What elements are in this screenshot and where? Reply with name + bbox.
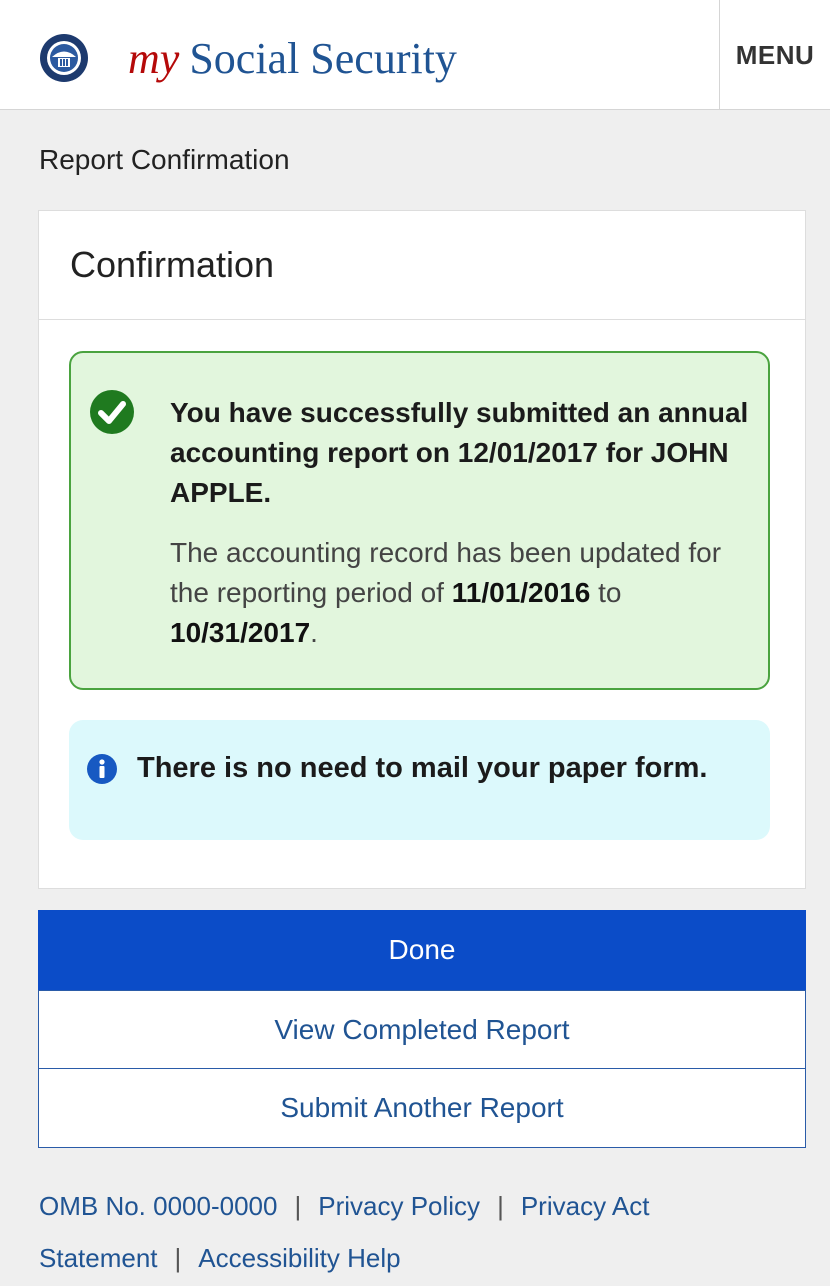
info-alert: There is no need to mail your paper form… xyxy=(69,720,770,840)
card-header: Confirmation xyxy=(39,211,805,320)
footer-separator: | xyxy=(294,1191,302,1221)
accessibility-help-link[interactable]: Accessibility Help xyxy=(198,1243,400,1273)
done-button[interactable]: Done xyxy=(38,910,806,990)
page-title: Report Confirmation xyxy=(39,144,290,175)
period-end: 10/31/2017 xyxy=(170,617,311,648)
success-heading: You have successfully submitted an annua… xyxy=(170,397,749,508)
brand-name: Social Security xyxy=(189,34,457,83)
period-start: 11/01/2016 xyxy=(451,577,591,608)
info-text: There is no need to mail your paper form… xyxy=(137,752,708,784)
confirmation-card: Confirmation You have successfully submi… xyxy=(38,210,806,889)
submit-another-report-button[interactable]: Submit Another Report xyxy=(38,1068,806,1148)
ssa-seal-icon[interactable] xyxy=(39,33,89,83)
success-body: The accounting record has been updated f… xyxy=(170,533,750,653)
info-circle-icon xyxy=(87,754,117,784)
menu-button[interactable]: MENU xyxy=(719,0,830,110)
footer-separator: | xyxy=(174,1243,182,1273)
brand-my: my xyxy=(128,34,180,83)
period-joiner: to xyxy=(598,577,622,608)
check-circle-icon xyxy=(90,390,134,434)
view-completed-report-button[interactable]: View Completed Report xyxy=(38,990,806,1070)
success-alert: You have successfully submitted an annua… xyxy=(69,351,770,690)
privacy-policy-link[interactable]: Privacy Policy xyxy=(318,1191,480,1221)
footer-separator: | xyxy=(497,1191,504,1221)
card-title: Confirmation xyxy=(70,244,275,285)
footer-links: OMB No. 0000-0000 | Privacy Policy | Privacy… xyxy=(39,1180,799,1284)
omb-link[interactable]: OMB No. 0000-0000 xyxy=(39,1191,277,1221)
site-header: my Social Security MENU xyxy=(0,0,830,110)
brand-title[interactable]: my Social Security xyxy=(128,34,457,84)
success-body-suffix: . xyxy=(310,617,318,648)
success-body-prefix: The accounting record has been updated f… xyxy=(170,537,722,608)
